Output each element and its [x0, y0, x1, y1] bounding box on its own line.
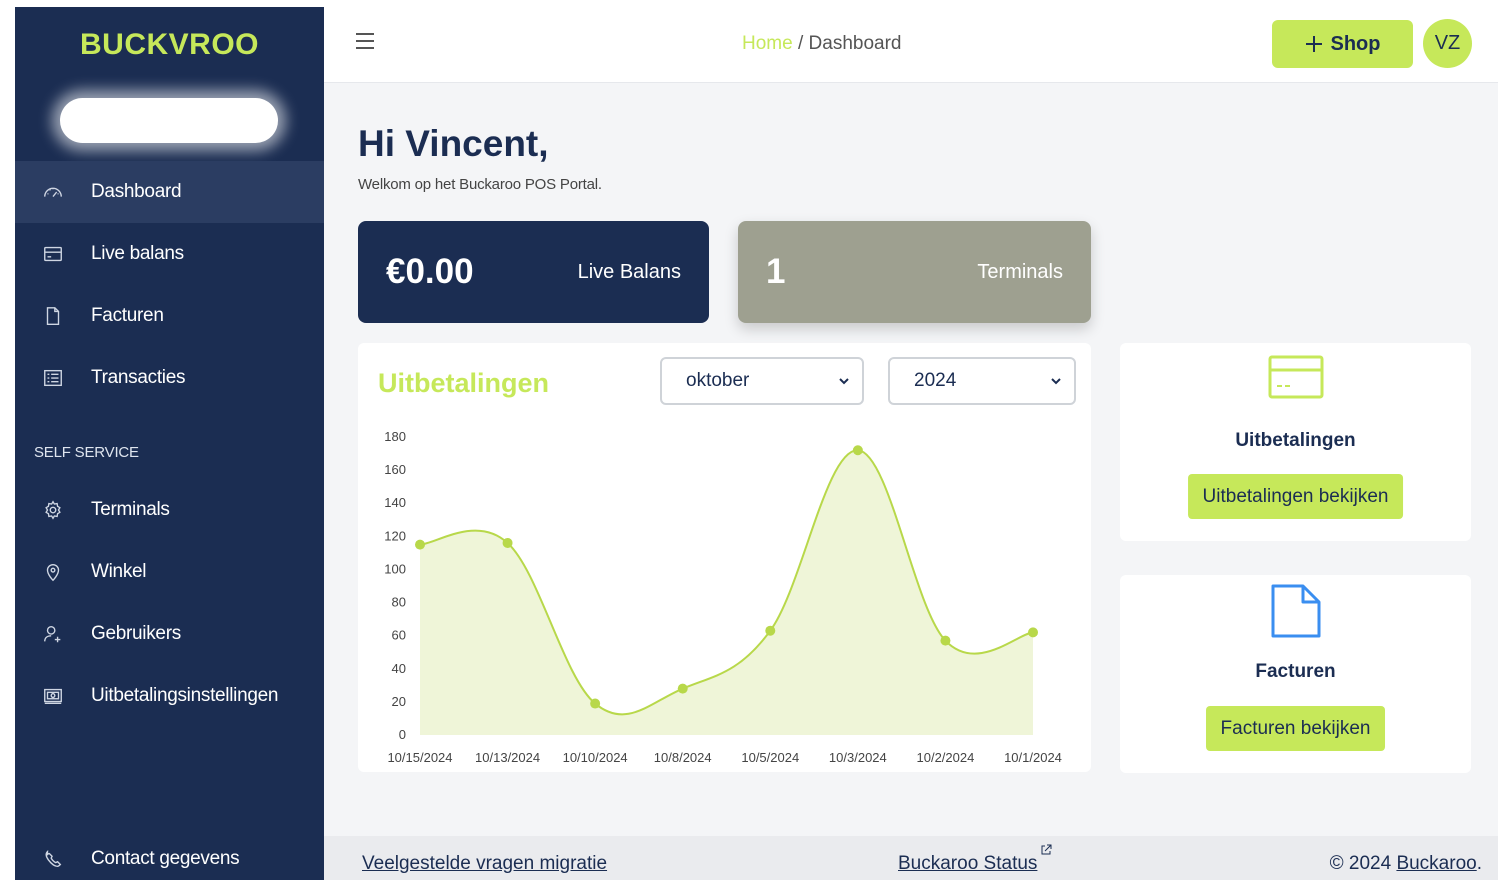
account-selector[interactable] — [60, 98, 278, 143]
sidebar-item-transacties[interactable]: Transacties — [15, 347, 324, 409]
copyright-period: . — [1476, 853, 1482, 874]
y-tick-label: 140 — [384, 495, 406, 510]
sidebar-item-uitbetalingsinstellingen[interactable]: Uitbetalingsinstellingen — [15, 665, 324, 727]
copyright: © 2024 Buckaroo. — [1330, 853, 1482, 875]
y-tick-label: 20 — [392, 694, 406, 709]
invoices-card: Facturen Facturen bekijken — [1120, 575, 1471, 773]
copyright-text: © 2024 — [1329, 853, 1392, 874]
location-pin-icon — [15, 561, 91, 583]
credit-card-icon — [15, 243, 91, 265]
gauge-icon — [15, 181, 91, 203]
view-payouts-button[interactable]: Uitbetalingen bekijken — [1187, 474, 1404, 519]
page-greeting: Hi Vincent, — [358, 123, 549, 164]
data-point — [415, 539, 425, 550]
data-point — [677, 683, 688, 694]
shop-button-label: Shop — [1330, 32, 1381, 55]
terminals-card[interactable]: 1 Terminals — [738, 221, 1091, 323]
data-point — [940, 635, 951, 646]
sidebar-item-label: Transacties — [91, 367, 186, 388]
sidebar-item-label: Contact gegevens — [91, 848, 240, 869]
list-icon — [15, 367, 91, 389]
sidebar-item-label: Dashboard — [91, 181, 182, 202]
x-tick-label: 10/10/2024 — [563, 750, 628, 765]
top-bar: Home / Dashboard Shop VZ — [324, 7, 1498, 83]
section-label-self-service: SELF SERVICE — [34, 444, 139, 461]
x-tick-label: 10/13/2024 — [475, 750, 540, 765]
y-tick-label: 40 — [392, 661, 406, 676]
data-point — [765, 625, 776, 636]
sidebar-item-label: Uitbetalingsinstellingen — [91, 685, 279, 706]
payouts-card-title: Uitbetalingen — [1235, 430, 1356, 451]
y-tick-label: 60 — [392, 628, 406, 643]
faq-migration-link[interactable]: Veelgestelde vragen migratie — [362, 853, 607, 875]
external-link-icon — [1041, 844, 1052, 855]
payouts-card: Uitbetalingen Uitbetalingen bekijken — [1120, 343, 1471, 541]
sidebar: BUCKVROO Dashboard Live balans Facturen … — [15, 7, 324, 880]
gear-icon — [15, 499, 91, 521]
shop-button[interactable]: Shop — [1272, 20, 1413, 68]
footer: Veelgestelde vragen migratie Buckaroo St… — [324, 836, 1498, 880]
sidebar-item-terminals[interactable]: Terminals — [15, 479, 324, 541]
main-content: Hi Vincent, Welkom op het Buckaroo POS P… — [324, 83, 1498, 836]
y-tick-label: 160 — [384, 462, 406, 477]
brand-logo[interactable]: BUCKVROO — [15, 7, 324, 83]
sidebar-item-gebruikers[interactable]: Gebruikers — [15, 603, 324, 665]
x-tick-label: 10/8/2024 — [654, 750, 712, 765]
avatar[interactable]: VZ — [1423, 19, 1472, 68]
sidebar-item-live-balans[interactable]: Live balans — [15, 223, 324, 285]
sidebar-item-label: Winkel — [91, 561, 147, 582]
sidebar-item-label: Terminals — [91, 499, 170, 520]
sidebar-item-label: Facturen — [91, 305, 164, 326]
y-tick-label: 80 — [392, 595, 406, 610]
breadcrumb-home-link[interactable]: Home — [742, 33, 793, 54]
data-point — [502, 537, 513, 548]
payouts-area-chart: 0 20 40 60 80 100 120 140 160 180 10/15/2024 10/13/… — [384, 429, 1062, 765]
breadcrumb-current: Dashboard — [808, 33, 902, 54]
data-point — [590, 698, 601, 709]
invoices-card-title: Facturen — [1255, 661, 1336, 682]
x-tick-label: 10/15/2024 — [387, 750, 452, 765]
add-user-icon — [15, 623, 91, 645]
sidebar-item-label: Live balans — [91, 243, 184, 264]
sidebar-item-label: Gebruikers — [91, 623, 181, 644]
y-tick-label: 100 — [384, 561, 406, 576]
credit-card-icon — [1268, 355, 1323, 399]
sidebar-item-dashboard[interactable]: Dashboard — [15, 161, 324, 223]
terminals-label: Terminals — [977, 260, 1063, 283]
welcome-text: Welkom op het Buckaroo POS Portal. — [358, 176, 602, 193]
x-tick-label: 10/5/2024 — [741, 750, 799, 765]
y-tick-label: 180 — [384, 429, 406, 444]
document-icon — [15, 305, 91, 327]
data-point — [852, 445, 863, 456]
hamburger-menu-icon[interactable] — [356, 33, 374, 53]
breadcrumb-separator: / — [797, 33, 804, 54]
plus-icon — [1305, 36, 1322, 52]
buckaroo-link[interactable]: Buckaroo — [1396, 853, 1476, 874]
document-icon — [1271, 584, 1320, 638]
phone-icon — [15, 848, 91, 870]
live-balance-label: Live Balans — [577, 260, 681, 283]
x-tick-label: 10/1/2024 — [1004, 750, 1062, 765]
sidebar-item-facturen[interactable]: Facturen — [15, 285, 324, 347]
y-tick-label: 120 — [384, 528, 406, 543]
series-area-fill — [420, 450, 1033, 735]
payouts-chart-card: Uitbetalingen oktober 2024 0 20 40 60 80 100 1… — [358, 343, 1091, 772]
sidebar-item-contact[interactable]: Contact gegevens — [15, 828, 324, 880]
y-tick-label: 0 — [399, 727, 406, 742]
x-tick-label: 10/3/2024 — [829, 750, 887, 765]
buckaroo-status-link[interactable]: Buckaroo Status — [898, 853, 1037, 875]
view-invoices-button[interactable]: Facturen bekijken — [1205, 706, 1386, 751]
x-tick-label: 10/2/2024 — [917, 750, 975, 765]
live-balance-value: €0.00 — [386, 252, 474, 291]
terminals-count: 1 — [766, 252, 786, 291]
sidebar-item-winkel[interactable]: Winkel — [15, 541, 324, 603]
data-point — [1028, 627, 1038, 638]
payout-settings-icon — [15, 685, 91, 707]
breadcrumb: Home / Dashboard — [742, 33, 901, 55]
live-balance-card[interactable]: €0.00 Live Balans — [358, 221, 709, 323]
